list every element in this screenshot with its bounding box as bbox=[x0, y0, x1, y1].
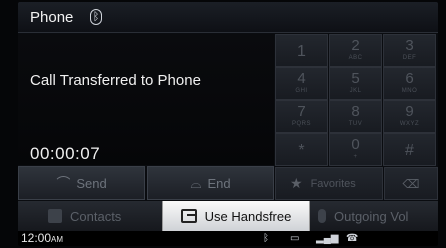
call-actions: ⌒ Send ⌓ End bbox=[18, 166, 274, 200]
key-hash[interactable]: # bbox=[383, 133, 436, 166]
key-letters: TUV bbox=[348, 121, 363, 127]
send-button[interactable]: ⌒ Send bbox=[18, 166, 145, 200]
favorites-button[interactable]: ★ Favorites bbox=[275, 167, 383, 200]
status-bar: 12:00AM ᛒ ▭ ▂▄▆ ☎ bbox=[18, 231, 438, 246]
dial-keypad: ★ Favorites ⌫ 1 2 ABC 3 DEF 4 GHI 5 JKL 6 MNO 7 PQRS… bbox=[275, 34, 438, 200]
signal-icon: ▂▄▆ bbox=[316, 233, 339, 244]
microphone-icon bbox=[318, 209, 326, 223]
phone-window: Phone ᛒ Call Transferred to Phone 00:00:… bbox=[18, 2, 438, 246]
key-9[interactable]: 9 WXYZ bbox=[383, 100, 436, 133]
clock-time: 12:00 bbox=[21, 231, 52, 245]
call-timer: 00:00:07 bbox=[30, 144, 101, 163]
key-digit: 5 bbox=[351, 70, 360, 87]
key-digit: 2 bbox=[351, 37, 360, 54]
star-icon: ★ bbox=[290, 175, 303, 191]
end-label: End bbox=[207, 175, 231, 191]
outgoing-volume-button[interactable]: Outgoing Vol bbox=[318, 201, 438, 231]
backspace-icon: ⌫ bbox=[402, 176, 420, 191]
key-7[interactable]: 7 PQRS bbox=[275, 100, 328, 133]
call-info-panel: Call Transferred to Phone 00:00:07 bbox=[18, 34, 274, 165]
header: Phone ᛒ bbox=[18, 2, 438, 33]
key-letters: DEF bbox=[402, 55, 417, 61]
end-call-icon: ⌓ bbox=[190, 174, 202, 191]
key-digit: 0 bbox=[351, 136, 360, 153]
key-digit: 3 bbox=[405, 37, 414, 54]
key-0[interactable]: 0 + bbox=[329, 133, 382, 166]
use-handsfree-button[interactable]: Use Handsfree bbox=[162, 201, 310, 231]
bottom-tab-bar: Contacts Use Handsfree Outgoing Vol bbox=[18, 201, 438, 231]
key-6[interactable]: 6 MNO bbox=[383, 67, 436, 100]
bluetooth-status-icon: ᛒ bbox=[263, 233, 269, 244]
key-3[interactable]: 3 DEF bbox=[383, 34, 436, 67]
key-letters: WXYZ bbox=[399, 121, 420, 127]
key-digit: 8 bbox=[351, 103, 360, 120]
battery-icon: ▭ bbox=[290, 233, 300, 244]
call-status-text: Call Transferred to Phone bbox=[30, 72, 201, 89]
bluetooth-icon: ᛒ bbox=[90, 9, 102, 25]
key-digit: 4 bbox=[297, 70, 306, 87]
key-letters: + bbox=[353, 154, 358, 160]
key-1[interactable]: 1 bbox=[275, 34, 328, 67]
key-digit: 6 bbox=[405, 70, 414, 87]
key-letters: GHI bbox=[295, 88, 308, 94]
send-label: Send bbox=[76, 175, 107, 191]
key-5[interactable]: 5 JKL bbox=[329, 67, 382, 100]
key-letters: MNO bbox=[401, 88, 418, 94]
key-letters: ABC bbox=[348, 55, 363, 61]
backspace-button[interactable]: ⌫ bbox=[384, 167, 438, 200]
handsfree-icon bbox=[180, 209, 197, 223]
favorites-label: Favorites bbox=[310, 177, 356, 190]
send-call-icon: ⌒ bbox=[56, 175, 71, 191]
key-8[interactable]: 8 TUV bbox=[329, 100, 382, 133]
outgoing-label: Outgoing Vol bbox=[334, 208, 409, 224]
call-active-icon: ☎ bbox=[346, 233, 359, 244]
key-4[interactable]: 4 GHI bbox=[275, 67, 328, 100]
key-digit: 1 bbox=[297, 43, 306, 60]
contacts-icon bbox=[48, 209, 62, 223]
end-button[interactable]: ⌓ End bbox=[147, 166, 274, 200]
clock: 12:00AM bbox=[21, 231, 63, 245]
contacts-button[interactable]: Contacts bbox=[48, 201, 168, 231]
key-digit: 9 bbox=[405, 103, 414, 120]
key-letters: JKL bbox=[349, 88, 362, 94]
key-letters: PQRS bbox=[291, 121, 311, 127]
clock-ampm: AM bbox=[51, 235, 64, 244]
key-digit: # bbox=[405, 142, 414, 159]
key-star[interactable]: * bbox=[275, 133, 328, 166]
handsfree-label: Use Handsfree bbox=[204, 208, 292, 224]
contacts-label: Contacts bbox=[70, 208, 122, 224]
key-digit: * bbox=[298, 142, 305, 159]
key-2[interactable]: 2 ABC bbox=[329, 34, 382, 67]
page-title: Phone bbox=[30, 9, 74, 26]
key-digit: 7 bbox=[297, 103, 306, 120]
screen: Phone ᛒ Call Transferred to Phone 00:00:… bbox=[0, 0, 446, 248]
